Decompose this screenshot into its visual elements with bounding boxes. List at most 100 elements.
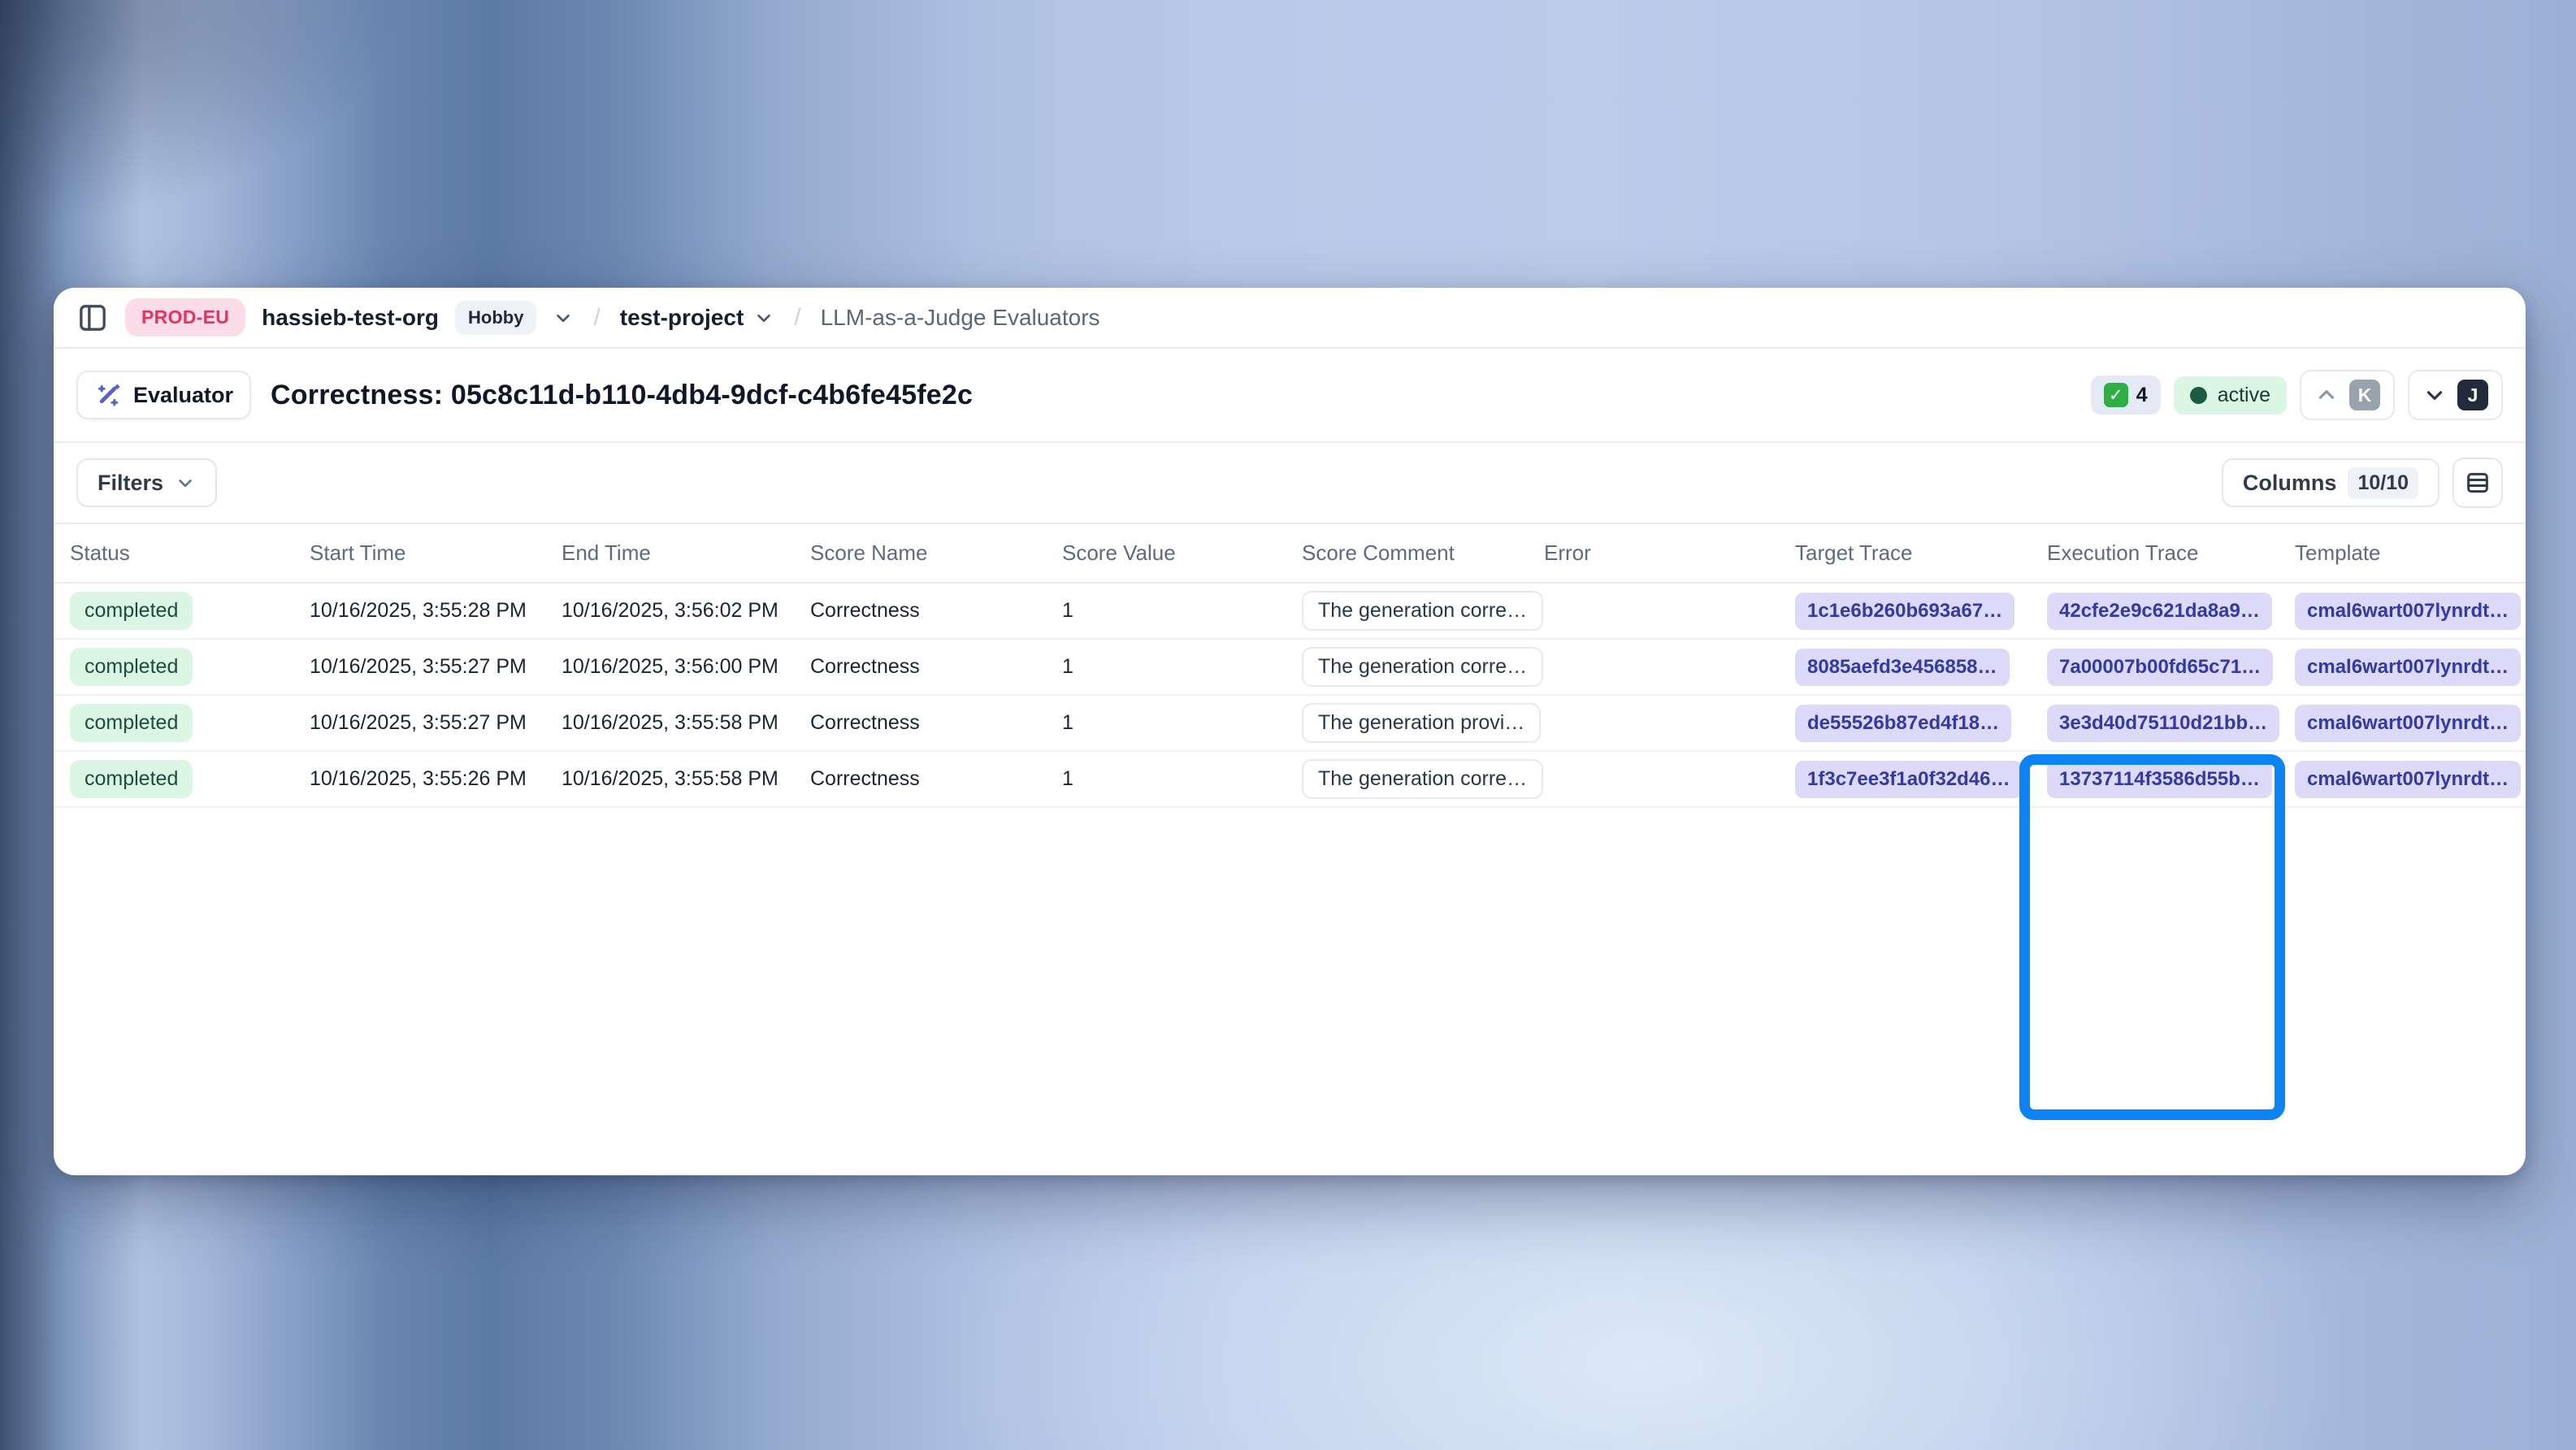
cell-execution_trace: 13737114f3586d55b… xyxy=(2047,761,2295,798)
cell-score_name: Correctness xyxy=(810,767,1062,791)
environment-badge: PROD-EU xyxy=(125,298,245,336)
cell-score_name: Correctness xyxy=(810,655,1062,679)
cell-template: cmal6wart007lynrdt… xyxy=(2295,705,2526,742)
column-header-error: Error xyxy=(1544,540,1795,566)
table-header-row: StatusStart TimeEnd TimeScore NameScore … xyxy=(54,524,2526,584)
template-link[interactable]: cmal6wart007lynrdt… xyxy=(2295,705,2521,742)
desktop-background: PROD-EU hassieb-test-org Hobby / test-pr… xyxy=(0,0,2576,1450)
header-actions: ✓ 4 active K J xyxy=(2091,370,2503,420)
cell-target_trace: 1c1e6b260b693a67… xyxy=(1795,593,2047,630)
table-row[interactable]: completed 10/16/2025, 3:55:27 PM10/16/202… xyxy=(54,640,2526,696)
status-completed-badge: completed xyxy=(70,760,193,798)
column-header-execution_trace: Execution Trace xyxy=(2047,540,2295,566)
sidebar-toggle-button[interactable] xyxy=(76,302,109,334)
columns-count-badge: 10/10 xyxy=(2348,467,2418,499)
cell-score_comment: The generation corre… xyxy=(1302,647,1544,687)
plan-badge: Hobby xyxy=(455,301,536,335)
table-row[interactable]: completed10/16/2025, 3:55:28 PM10/16/202… xyxy=(54,584,2526,640)
column-header-status: Status xyxy=(70,540,310,566)
evaluator-header: Evaluator Correctness: 05c8c11d-b110-4db… xyxy=(54,349,2526,443)
column-header-start_time: Start Time xyxy=(310,540,562,566)
cell-status: completed xyxy=(70,592,310,630)
execution-trace-link[interactable]: 7a00007b00fd65c71… xyxy=(2047,649,2273,686)
target-trace-link[interactable]: 8085aefd3e456858… xyxy=(1795,649,2010,686)
panel-left-icon xyxy=(76,302,109,334)
cell-status: completed xyxy=(70,760,310,798)
template-link[interactable]: cmal6wart007lynrdt… xyxy=(2295,761,2521,798)
cell-score_value: 1 xyxy=(1062,767,1302,791)
breadcrumb-project[interactable]: test-project xyxy=(620,305,774,331)
cell-score_value: 1 xyxy=(1062,599,1302,623)
toolbar-right: Columns 10/10 xyxy=(2222,458,2503,508)
execution-trace-highlight-box xyxy=(2019,754,2285,1120)
cell-execution_trace: 7a00007b00fd65c71… xyxy=(2047,649,2295,686)
cell-template: cmal6wart007lynrdt… xyxy=(2295,761,2526,798)
filters-button[interactable]: Filters xyxy=(76,458,217,507)
target-trace-link[interactable]: de55526b87ed4f18… xyxy=(1795,705,2011,742)
template-link[interactable]: cmal6wart007lynrdt… xyxy=(2295,593,2521,630)
cell-score_name: Correctness xyxy=(810,711,1062,735)
execution-trace-link[interactable]: 13737114f3586d55b… xyxy=(2047,761,2272,798)
cell-start_time: 10/16/2025, 3:55:26 PM xyxy=(310,767,562,791)
column-header-template: Template xyxy=(2295,540,2526,566)
breadcrumb-separator: / xyxy=(791,304,804,332)
cell-score_comment: The generation corre… xyxy=(1302,759,1544,799)
success-count: 4 xyxy=(2136,384,2148,407)
evaluations-table: StatusStart TimeEnd TimeScore NameScore … xyxy=(54,524,2526,1175)
cell-status: completed xyxy=(70,704,310,742)
columns-button[interactable]: Columns 10/10 xyxy=(2222,458,2439,507)
score-comment-box: The generation provi… xyxy=(1302,703,1541,743)
execution-trace-link[interactable]: 42cfe2e9c621da8a9… xyxy=(2047,593,2272,630)
active-dot-icon xyxy=(2190,387,2207,404)
cell-execution_trace: 3e3d40d75110d21bb… xyxy=(2047,705,2295,742)
execution-trace-link[interactable]: 3e3d40d75110d21bb… xyxy=(2047,705,2279,742)
template-link[interactable]: cmal6wart007lynrdt… xyxy=(2295,649,2521,686)
breadcrumb: PROD-EU hassieb-test-org Hobby / test-pr… xyxy=(54,288,2526,349)
prev-item-button[interactable]: K xyxy=(2300,370,2395,420)
cell-score_value: 1 xyxy=(1062,655,1302,679)
status-completed-badge: completed xyxy=(70,648,193,686)
cell-end_time: 10/16/2025, 3:55:58 PM xyxy=(562,711,810,735)
cell-start_time: 10/16/2025, 3:55:27 PM xyxy=(310,711,562,735)
page-title: Correctness: 05c8c11d-b110-4db4-9dcf-c4b… xyxy=(271,380,973,411)
cell-target_trace: de55526b87ed4f18… xyxy=(1795,705,2047,742)
cell-end_time: 10/16/2025, 3:56:00 PM xyxy=(562,655,810,679)
cell-target_trace: 1f3c7ee3f1a0f32d46… xyxy=(1795,761,2047,798)
target-trace-link[interactable]: 1f3c7ee3f1a0f32d46… xyxy=(1795,761,2023,798)
score-comment-box: The generation corre… xyxy=(1302,591,1543,631)
breadcrumb-page: LLM-as-a-Judge Evaluators xyxy=(821,305,1100,331)
chevron-down-icon xyxy=(2422,383,2447,407)
cell-start_time: 10/16/2025, 3:55:28 PM xyxy=(310,599,562,623)
success-count-badge: ✓ 4 xyxy=(2091,376,2161,415)
next-item-button[interactable]: J xyxy=(2408,370,2503,420)
cell-template: cmal6wart007lynrdt… xyxy=(2295,649,2526,686)
score-comment-box: The generation corre… xyxy=(1302,759,1543,799)
cell-status: completed xyxy=(70,648,310,686)
org-switcher-chevron-icon[interactable] xyxy=(553,307,574,328)
breadcrumb-separator: / xyxy=(590,304,603,332)
table-row[interactable]: completed 10/16/2025, 3:55:26 PM10/16/202… xyxy=(54,752,2526,808)
app-window: PROD-EU hassieb-test-org Hobby / test-pr… xyxy=(54,288,2526,1175)
cell-start_time: 10/16/2025, 3:55:27 PM xyxy=(310,655,562,679)
cell-score_name: Correctness xyxy=(810,599,1062,623)
cell-template: cmal6wart007lynrdt… xyxy=(2295,593,2526,630)
cell-score_comment: The generation corre… xyxy=(1302,591,1544,631)
column-header-target_trace: Target Trace xyxy=(1795,540,2047,566)
table-row[interactable]: completed10/16/2025, 3:55:27 PM10/16/202… xyxy=(54,696,2526,752)
cell-end_time: 10/16/2025, 3:56:02 PM xyxy=(562,599,810,623)
score-comment-box: The generation corre… xyxy=(1302,647,1543,687)
breadcrumb-org[interactable]: hassieb-test-org xyxy=(262,305,439,331)
keyboard-shortcut-j: J xyxy=(2457,380,2488,410)
target-trace-link[interactable]: 1c1e6b260b693a67… xyxy=(1795,593,2014,630)
table-rows-icon xyxy=(2464,469,2491,497)
evaluator-type-badge: Evaluator xyxy=(76,371,251,419)
table-body: completed10/16/2025, 3:55:28 PM10/16/202… xyxy=(54,584,2526,808)
wand-sparkles-icon xyxy=(94,381,122,409)
project-switcher-chevron-icon[interactable] xyxy=(753,307,774,328)
keyboard-shortcut-k: K xyxy=(2349,380,2380,410)
row-height-button[interactable] xyxy=(2452,458,2503,508)
cell-end_time: 10/16/2025, 3:55:58 PM xyxy=(562,767,810,791)
status-badge: active xyxy=(2174,376,2287,415)
check-icon: ✓ xyxy=(2104,383,2128,407)
cell-score_value: 1 xyxy=(1062,711,1302,735)
